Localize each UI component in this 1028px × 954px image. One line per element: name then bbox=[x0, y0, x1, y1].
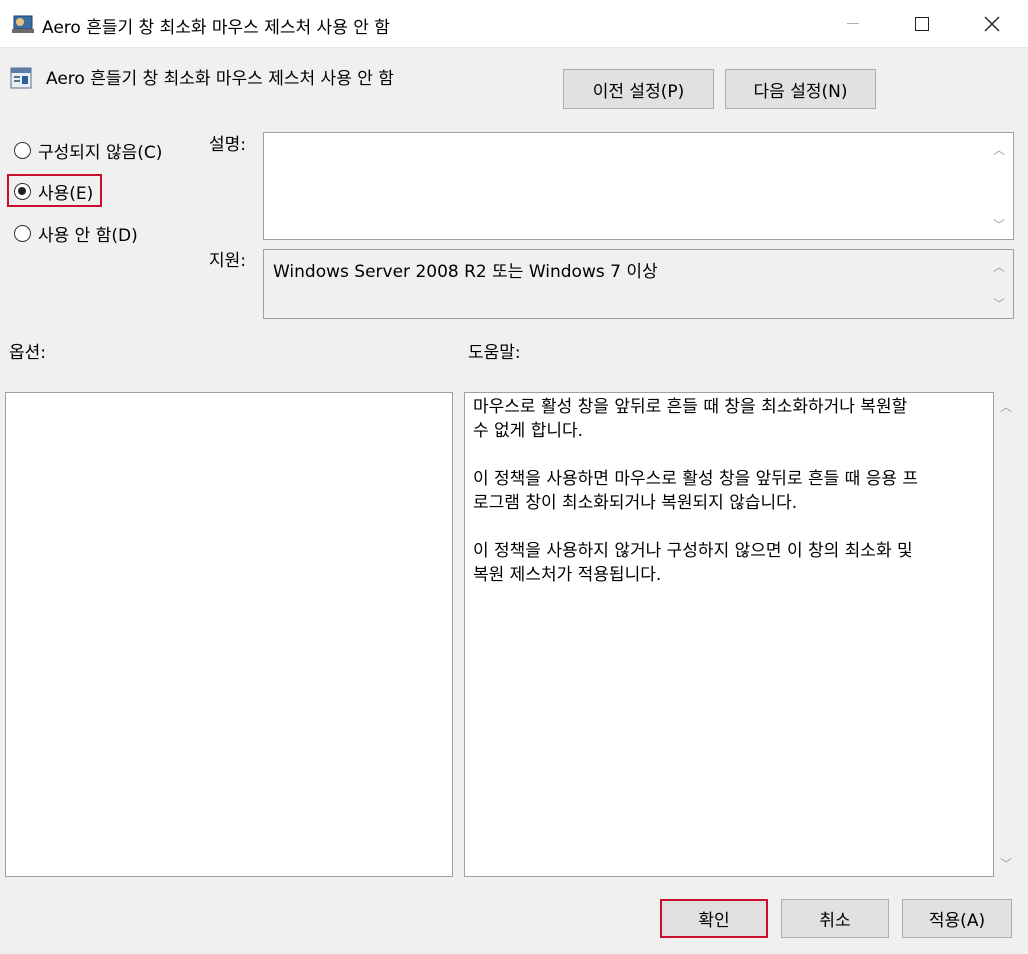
next-setting-button[interactable]: 다음 설정(N) bbox=[725, 69, 876, 109]
ok-button[interactable]: 확인 bbox=[660, 899, 768, 938]
policy-setting-icon bbox=[10, 67, 32, 89]
close-button[interactable] bbox=[957, 0, 1027, 47]
support-text: Windows Server 2008 R2 또는 Windows 7 이상 bbox=[273, 262, 658, 282]
scroll-up-icon[interactable]: ︿ bbox=[992, 141, 1006, 158]
app-icon bbox=[12, 15, 34, 33]
close-icon bbox=[984, 16, 1000, 31]
apply-button[interactable]: 적용(A) bbox=[902, 899, 1012, 938]
minimize-button[interactable] bbox=[818, 0, 888, 47]
radio-disabled[interactable]: 사용 안 함(D) bbox=[14, 221, 138, 246]
scroll-up-icon[interactable]: ︿ bbox=[992, 258, 1006, 275]
description-label: 설명: bbox=[209, 135, 247, 155]
cancel-button[interactable]: 취소 bbox=[781, 899, 889, 938]
title-bar: Aero 흔들기 창 최소화 마우스 제스처 사용 안 함 bbox=[0, 0, 1028, 48]
options-label: 옵션: bbox=[9, 343, 47, 363]
minimize-icon bbox=[847, 23, 859, 24]
highlight-annotation bbox=[7, 174, 102, 207]
radio-button[interactable] bbox=[14, 142, 31, 159]
help-text: 마우스로 활성 창을 앞뒤로 흔들 때 창을 최소화하거나 복원할 수 없게 합… bbox=[473, 397, 919, 585]
scroll-down-icon[interactable]: ﹀ bbox=[992, 216, 1006, 233]
support-textbox[interactable]: Windows Server 2008 R2 또는 Windows 7 이상 ︿… bbox=[263, 249, 1014, 319]
window-title: Aero 흔들기 창 최소화 마우스 제스처 사용 안 함 bbox=[42, 18, 390, 38]
radio-label: 구성되지 않음(C) bbox=[38, 143, 163, 163]
previous-setting-button[interactable]: 이전 설정(P) bbox=[563, 69, 714, 109]
maximize-icon bbox=[915, 16, 929, 31]
help-scroll-up-icon[interactable]: ︿ bbox=[999, 398, 1013, 415]
options-panel bbox=[5, 392, 453, 877]
help-scroll-down-icon[interactable]: ﹀ bbox=[999, 855, 1013, 872]
policy-name: Aero 흔들기 창 최소화 마우스 제스처 사용 안 함 bbox=[46, 69, 394, 89]
description-textbox[interactable]: ︿ ﹀ bbox=[263, 132, 1014, 240]
radio-label: 사용 안 함(D) bbox=[38, 226, 138, 246]
support-label: 지원: bbox=[209, 251, 247, 271]
maximize-button[interactable] bbox=[887, 0, 957, 47]
ok-button-label: 확인 bbox=[698, 911, 730, 931]
help-label: 도움말: bbox=[468, 343, 521, 363]
radio-button[interactable] bbox=[14, 225, 31, 242]
help-panel[interactable]: 마우스로 활성 창을 앞뒤로 흔들 때 창을 최소화하거나 복원할 수 없게 합… bbox=[464, 392, 994, 877]
scroll-down-icon[interactable]: ﹀ bbox=[992, 295, 1006, 312]
radio-not-configured[interactable]: 구성되지 않음(C) bbox=[14, 138, 162, 163]
